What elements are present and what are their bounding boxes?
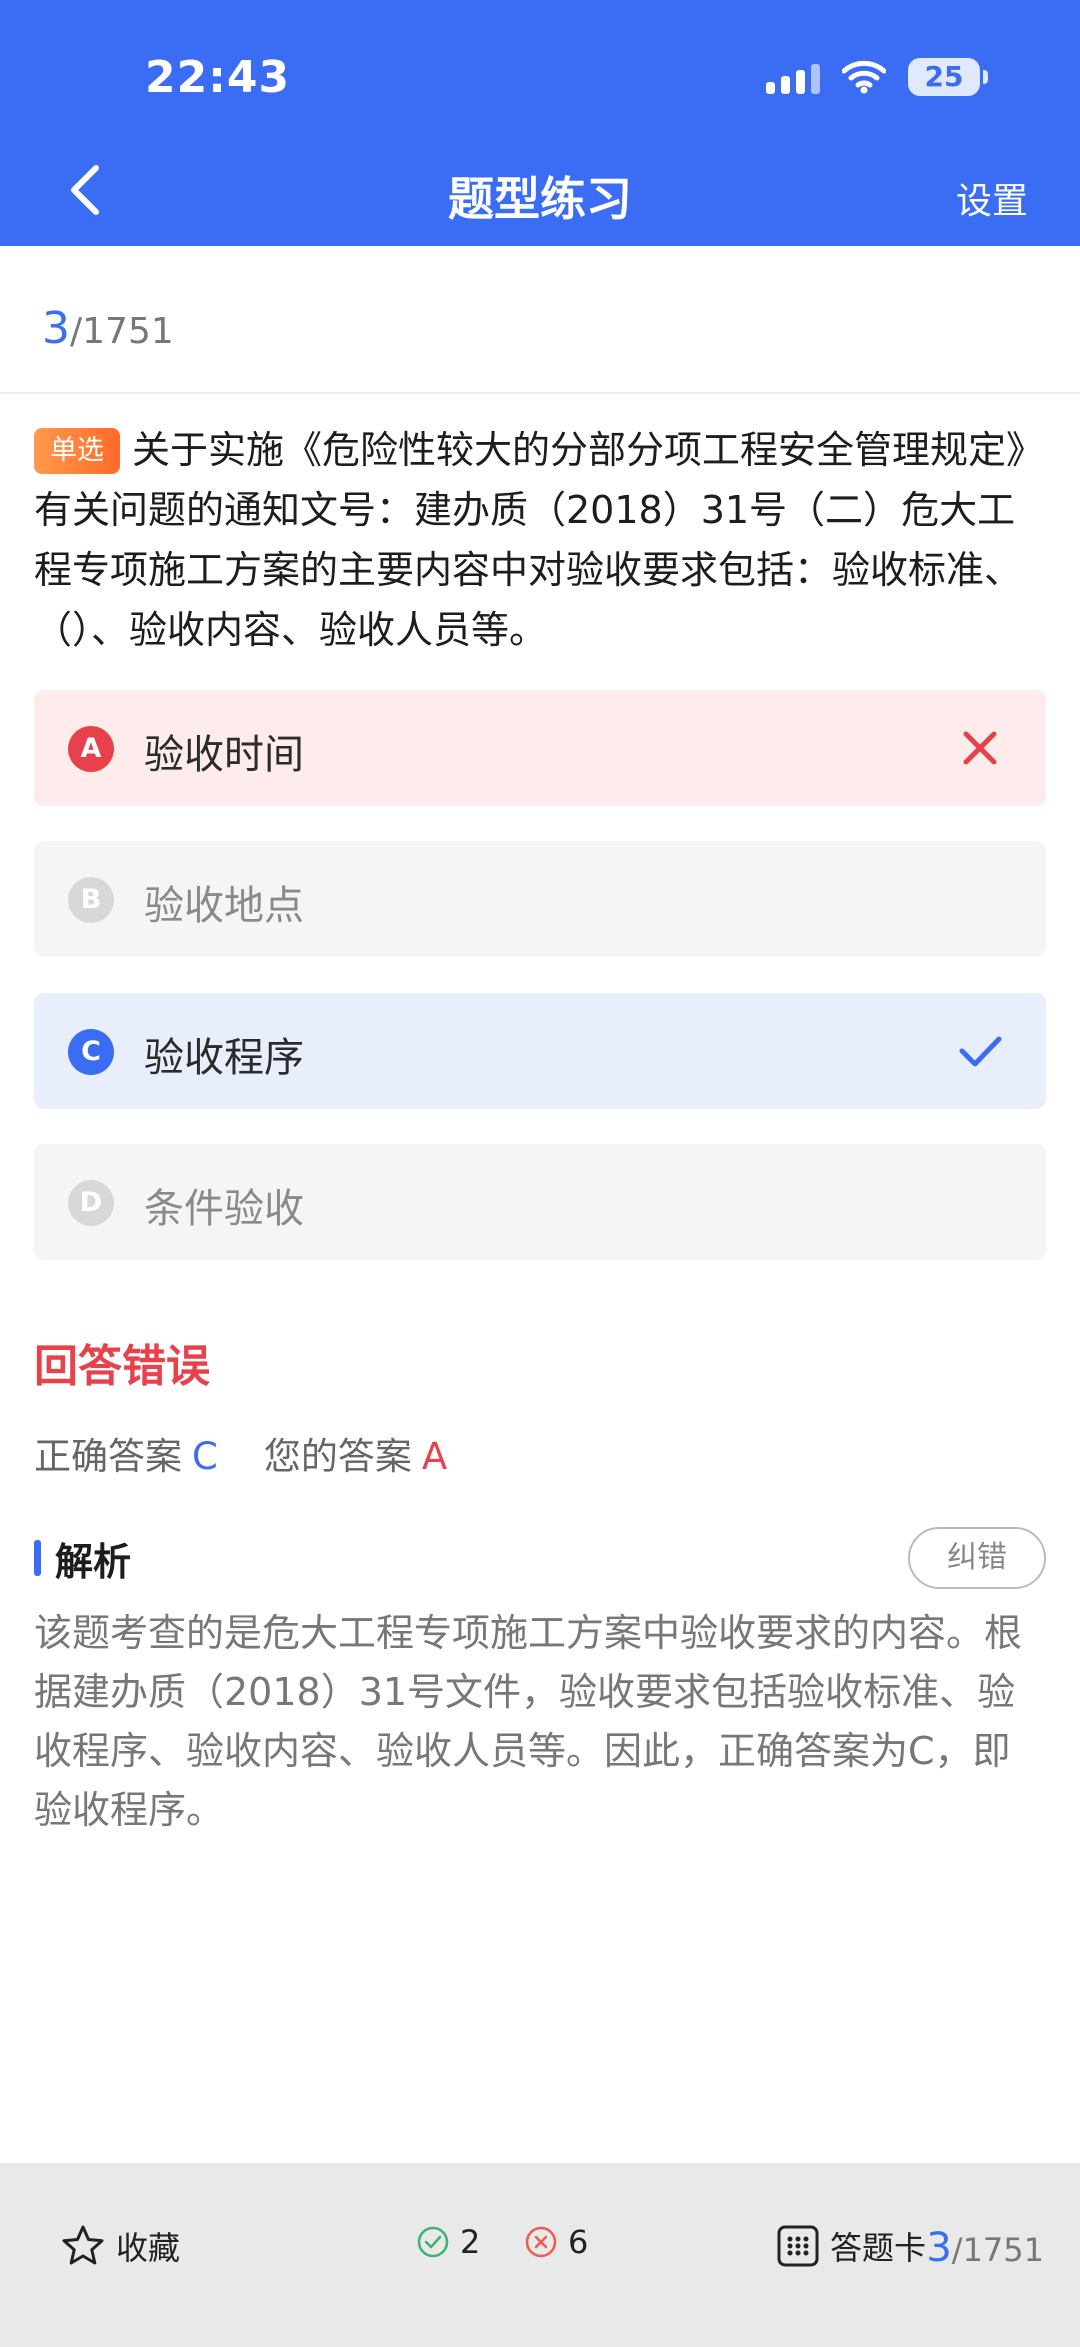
- divider: [0, 392, 1080, 394]
- progress-current: 3: [42, 303, 70, 354]
- favorite-label: 收藏: [116, 2229, 181, 2267]
- wrong-count-value: 6: [568, 2223, 589, 2261]
- your-answer-value: A: [421, 1435, 448, 1478]
- answer-summary: 正确答案 C 您的答案 A: [34, 1426, 447, 1480]
- report-error-button[interactable]: 纠错: [908, 1527, 1046, 1589]
- wrong-count: 6: [524, 2223, 588, 2261]
- answer-card-label: 答题卡: [830, 2229, 927, 2267]
- app-header: 22:43 25 题型练习 设置: [0, 0, 1080, 246]
- option-letter: B: [68, 877, 114, 923]
- analysis-text: 该题考查的是危大工程专项施工方案中验收要求的内容。根据建办质（2018）31号文…: [34, 1611, 1023, 1832]
- check-circle-icon: [417, 2226, 449, 2258]
- grid-icon: [777, 2225, 819, 2267]
- settings-button[interactable]: 设置: [956, 172, 1028, 224]
- question-text: 关于实施《危险性较大的分部分项工程安全管理规定》有关问题的通知文号：建办质（20…: [34, 428, 1045, 652]
- progress-total: /1751: [70, 311, 174, 352]
- option-text: 验收时间: [144, 732, 304, 778]
- correct-answer-value: C: [192, 1435, 218, 1478]
- question-progress: 3/1751: [42, 303, 174, 354]
- status-icons: 25: [766, 58, 988, 96]
- correct-count-value: 2: [460, 2223, 481, 2261]
- status-time: 22:43: [145, 52, 291, 103]
- bottom-progress: 3/1751: [926, 2225, 1044, 2271]
- bottom-progress-total: /1751: [951, 2231, 1044, 2269]
- question-type-tag: 单选: [34, 428, 120, 474]
- bottom-toolbar: 收藏 2 6 答题卡 3/1751: [0, 2163, 1080, 2347]
- option-text: 条件验收: [144, 1186, 304, 1232]
- option-b[interactable]: B 验收地点: [34, 841, 1046, 957]
- bottom-progress-current: 3: [926, 2225, 952, 2271]
- option-text: 验收程序: [144, 1035, 304, 1081]
- option-c[interactable]: C 验收程序: [34, 993, 1046, 1109]
- page-title: 题型练习: [448, 172, 632, 226]
- option-text: 验收地点: [144, 883, 304, 929]
- option-letter: D: [68, 1180, 114, 1226]
- favorite-button[interactable]: 收藏: [60, 2223, 180, 2269]
- option-d[interactable]: D 条件验收: [34, 1144, 1046, 1260]
- question-stem: 单选 关于实施《危险性较大的分部分项工程安全管理规定》有关问题的通知文号：建办质（…: [34, 420, 1044, 660]
- option-letter: A: [68, 726, 114, 772]
- cellular-signal-icon: [766, 60, 820, 94]
- battery-indicator: 25: [908, 58, 988, 96]
- correct-answer-label: 正确答案: [34, 1435, 182, 1478]
- analysis-header: 解析: [34, 1535, 131, 1584]
- your-answer-label: 您的答案: [263, 1435, 412, 1478]
- cross-circle-icon: [525, 2226, 557, 2258]
- option-letter: C: [68, 1029, 114, 1075]
- cross-icon: [963, 731, 997, 765]
- option-a[interactable]: A 验收时间: [34, 690, 1046, 806]
- correct-count: 2: [416, 2223, 480, 2261]
- checkmark-icon: [959, 1036, 1002, 1067]
- star-icon: [62, 2225, 104, 2265]
- wifi-icon: [842, 60, 886, 94]
- analysis-title: 解析: [55, 1539, 132, 1584]
- result-title: 回答错误: [34, 1341, 210, 1392]
- answer-card-button[interactable]: 答题卡: [776, 2223, 926, 2269]
- analysis-accent-bar: [34, 1540, 41, 1576]
